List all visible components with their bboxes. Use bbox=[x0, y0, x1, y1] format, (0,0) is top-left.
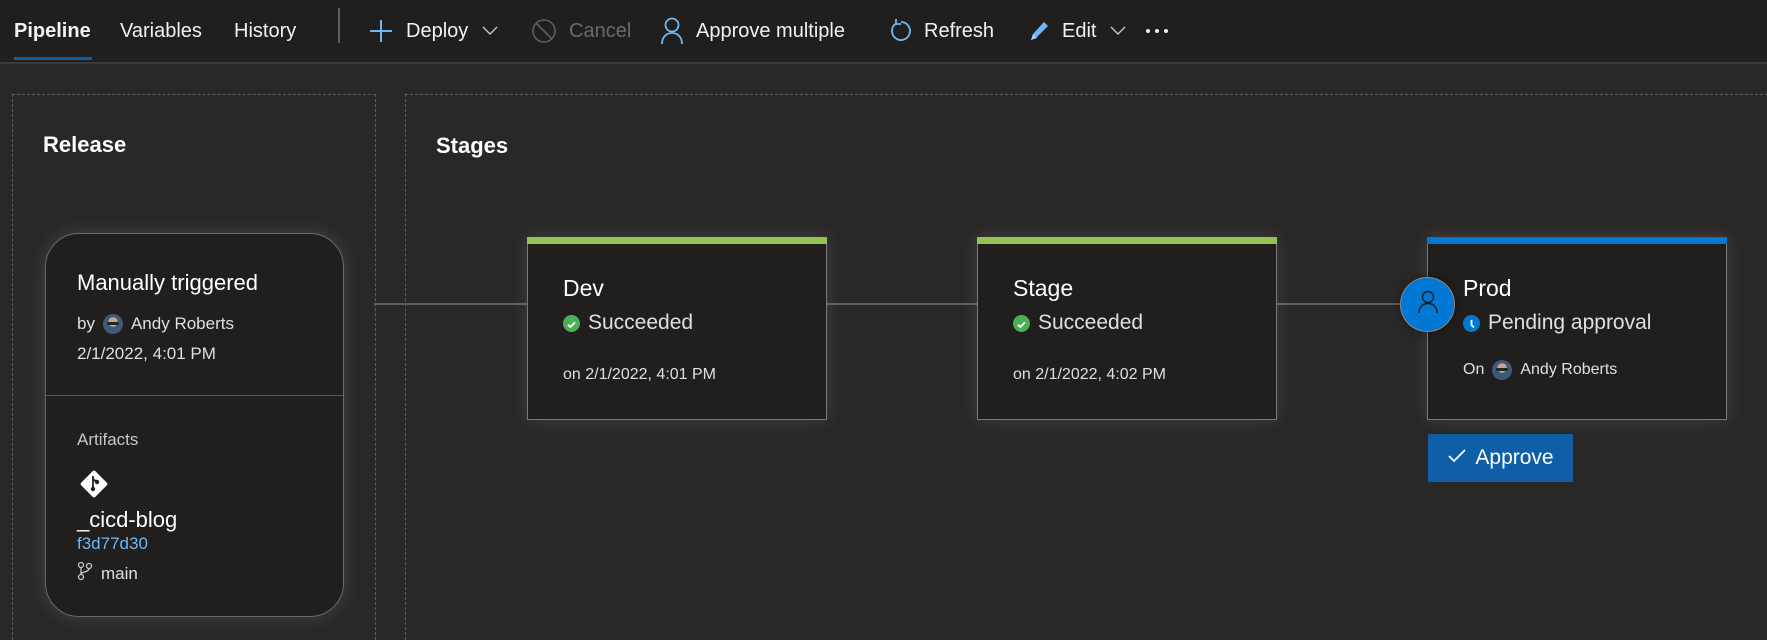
toolbar: Pipeline Variables History Deploy Cancel… bbox=[0, 0, 1767, 64]
artifact-name[interactable]: _cicd-blog bbox=[77, 507, 177, 533]
stage-card-dev[interactable]: Dev Succeeded on 2/1/2022, 4:01 PM bbox=[527, 237, 827, 420]
stage-status-bar bbox=[1427, 237, 1727, 244]
person-icon bbox=[1417, 290, 1439, 319]
approve-multiple-button[interactable]: Approve multiple bbox=[660, 0, 845, 62]
refresh-label: Refresh bbox=[924, 19, 995, 42]
triggered-by: by Andy Roberts bbox=[77, 314, 234, 334]
tab-pipeline[interactable]: Pipeline bbox=[14, 0, 91, 62]
stage-card-prod[interactable]: Prod Pending approval On Andy Roberts bbox=[1427, 237, 1727, 420]
tab-variables[interactable]: Variables bbox=[120, 0, 202, 62]
approver-name: Andy Roberts bbox=[1520, 361, 1618, 378]
toolbar-separator bbox=[338, 8, 340, 43]
status-text: Pending approval bbox=[1488, 311, 1652, 334]
deploy-label: Deploy bbox=[406, 19, 469, 42]
user-name: Andy Roberts bbox=[130, 314, 234, 333]
edit-label: Edit bbox=[1062, 19, 1097, 42]
on-label: On bbox=[1463, 361, 1485, 378]
connector-line bbox=[374, 303, 405, 305]
pencil-icon bbox=[1028, 19, 1050, 43]
stage-approver: On Andy Roberts bbox=[1463, 360, 1617, 380]
tab-history[interactable]: History bbox=[234, 0, 296, 62]
release-panel-title: Release bbox=[43, 132, 127, 157]
release-card[interactable]: Manually triggered by Andy Roberts 2/1/2… bbox=[45, 233, 344, 617]
more-options-button[interactable] bbox=[1145, 0, 1169, 62]
stages-panel-title: Stages bbox=[436, 133, 509, 158]
clock-icon bbox=[1463, 314, 1480, 332]
chevron-down-icon bbox=[482, 26, 498, 36]
git-icon bbox=[77, 467, 111, 506]
person-icon bbox=[660, 17, 684, 45]
connector-line bbox=[1277, 303, 1401, 305]
avatar bbox=[1492, 360, 1513, 380]
stage-name: Prod bbox=[1463, 275, 1512, 301]
avatar bbox=[102, 314, 123, 334]
commit-link[interactable]: f3d77d30 bbox=[77, 534, 148, 554]
edit-button[interactable]: Edit bbox=[1028, 0, 1126, 62]
pre-deployment-approval-button[interactable] bbox=[1400, 277, 1455, 332]
stage-timestamp: on 2/1/2022, 4:02 PM bbox=[1013, 366, 1166, 383]
stage-name: Stage bbox=[1013, 275, 1074, 301]
stage-status: Succeeded bbox=[563, 311, 693, 335]
deploy-button[interactable]: Deploy bbox=[369, 0, 498, 62]
refresh-icon bbox=[890, 18, 912, 44]
divider bbox=[46, 395, 343, 396]
cancel-button[interactable]: Cancel bbox=[531, 0, 631, 62]
approve-multiple-label: Approve multiple bbox=[696, 19, 845, 42]
stage-status: Pending approval bbox=[1463, 311, 1651, 335]
release-timestamp: 2/1/2022, 4:01 PM bbox=[77, 344, 216, 363]
check-icon bbox=[1447, 446, 1467, 470]
stage-name: Dev bbox=[563, 275, 604, 301]
connector-line bbox=[405, 303, 527, 305]
success-check-icon bbox=[1013, 314, 1030, 332]
branch: main bbox=[77, 561, 138, 586]
branch-name: main bbox=[101, 563, 138, 583]
artifacts-label: Artifacts bbox=[77, 430, 139, 449]
status-text: Succeeded bbox=[1038, 311, 1144, 334]
branch-icon bbox=[77, 561, 93, 586]
cancel-label: Cancel bbox=[569, 19, 632, 42]
cancel-icon bbox=[531, 18, 557, 44]
by-label: by bbox=[77, 314, 95, 333]
more-icon bbox=[1145, 28, 1169, 34]
success-check-icon bbox=[563, 314, 580, 332]
refresh-button[interactable]: Refresh bbox=[890, 0, 994, 62]
stage-status-bar bbox=[977, 237, 1277, 244]
active-tab-indicator bbox=[14, 57, 92, 60]
plus-icon bbox=[369, 19, 393, 43]
stage-status-bar bbox=[527, 237, 827, 244]
stage-card-stage[interactable]: Stage Succeeded on 2/1/2022, 4:02 PM bbox=[977, 237, 1277, 420]
status-text: Succeeded bbox=[588, 311, 694, 334]
stage-status: Succeeded bbox=[1013, 311, 1143, 335]
approve-label: Approve bbox=[1475, 446, 1554, 469]
chevron-down-icon bbox=[1110, 26, 1126, 36]
trigger-text: Manually triggered bbox=[77, 270, 258, 295]
stage-timestamp: on 2/1/2022, 4:01 PM bbox=[563, 366, 716, 383]
approve-button[interactable]: Approve bbox=[1428, 434, 1573, 482]
connector-line bbox=[827, 303, 977, 305]
